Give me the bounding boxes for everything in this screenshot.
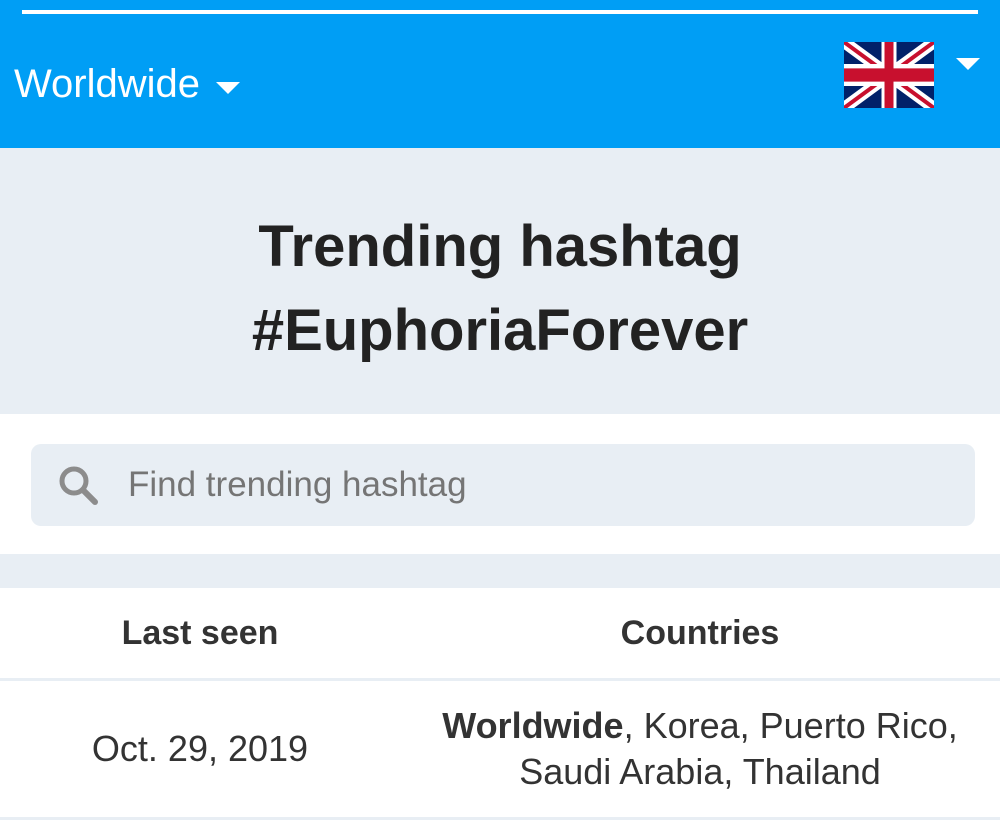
search-icon — [59, 466, 98, 505]
caret-down-icon — [956, 58, 980, 70]
countries-cell: Worldwide, Korea, Puerto Rico, Saudi Ara… — [400, 681, 1000, 817]
hashtag-title: #EuphoriaForever — [251, 298, 749, 363]
table-row: Oct. 29, 2019 Worldwide, Korea, Puerto R… — [0, 681, 1000, 820]
page-title: Trending hashtag #EuphoriaForever — [0, 205, 1000, 373]
countries-line-2: Saudi Arabia, Thailand — [519, 751, 881, 792]
table-header: Last seen Countries — [0, 588, 1000, 681]
trends-table: Last seen Countries Oct. 29, 2019 Worldw… — [0, 588, 1000, 828]
language-selector[interactable] — [844, 42, 980, 108]
region-label: Worldwide — [14, 62, 200, 106]
countries-highlight: Worldwide — [442, 705, 624, 746]
top-bar: Worldwide — [0, 0, 1000, 148]
region-selector[interactable]: Worldwide — [14, 54, 240, 114]
column-header-last-seen: Last seen — [121, 614, 279, 652]
countries-list-part: , Korea, Puerto Rico, — [623, 705, 958, 746]
search-input[interactable] — [128, 465, 908, 505]
search-panel — [0, 414, 1000, 554]
page-title-line1: Trending hashtag — [258, 214, 742, 279]
last-seen-cell: Oct. 29, 2019 — [91, 728, 309, 769]
search-box[interactable] — [31, 444, 975, 526]
top-divider — [22, 10, 978, 14]
column-header-countries: Countries — [620, 614, 780, 652]
caret-down-icon — [216, 82, 240, 94]
countries-line-1: Worldwide, Korea, Puerto Rico, — [400, 703, 1000, 749]
uk-flag-icon — [844, 42, 934, 108]
